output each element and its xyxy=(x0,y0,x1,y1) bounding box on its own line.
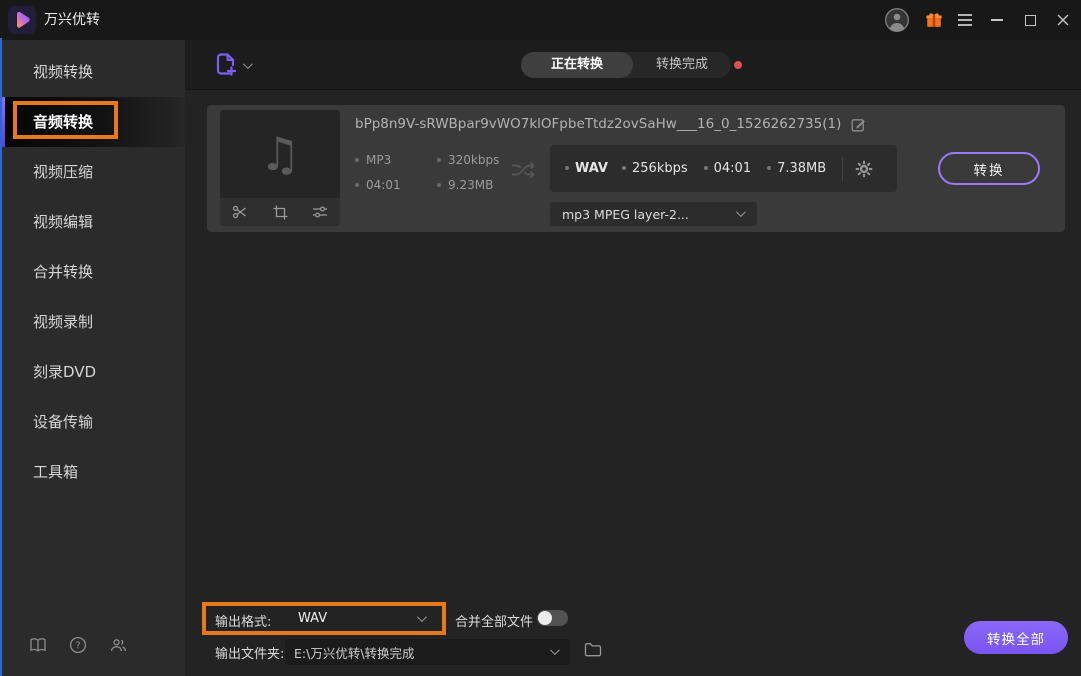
sidebar: 视频转换 音频转换 视频压缩 视频编辑 合并转换 视频录制 刻录DVD 设备传输… xyxy=(0,40,185,676)
tab-converting[interactable]: 正在转换 xyxy=(521,52,633,78)
main-toolbar: 正在转换 转换完成 xyxy=(185,40,1081,90)
tab-finished[interactable]: 转换完成 xyxy=(633,52,731,78)
target-bitrate: 256kbps xyxy=(622,161,688,176)
codec-select[interactable]: mp3 MPEG layer-2... xyxy=(550,202,757,226)
crop-icon[interactable] xyxy=(268,200,292,224)
source-duration: 04:01 xyxy=(355,178,401,192)
app-title: 万兴优转 xyxy=(44,12,100,28)
convert-button[interactable]: 转换 xyxy=(938,152,1040,185)
minimize-button[interactable] xyxy=(986,0,1008,40)
sidebar-item-screen-record[interactable]: 视频录制 xyxy=(0,297,185,347)
rename-icon[interactable] xyxy=(851,117,866,132)
target-settings-panel: WAV 256kbps 04:01 7.38MB xyxy=(550,145,897,192)
merge-all-label: 合并全部文件 xyxy=(455,615,534,630)
chevron-down-icon xyxy=(735,207,746,218)
status-tabs: 正在转换 转换完成 xyxy=(521,52,731,78)
file-card: ♫ bPp8n9V-sRWBpar9vWO7klOFpbeTtdz2ovSaHw… xyxy=(207,105,1065,232)
media-thumbnail: ♫ xyxy=(220,110,340,226)
source-format: MP3 xyxy=(355,153,391,167)
sidebar-item-video-convert[interactable]: 视频转换 xyxy=(0,47,185,97)
window-edge-accent xyxy=(0,38,2,676)
convert-all-button[interactable]: 转换全部 xyxy=(964,621,1068,654)
sidebar-item-merge-convert[interactable]: 合并转换 xyxy=(0,247,185,297)
music-note-icon: ♫ xyxy=(259,127,301,181)
sidebar-item-video-compress[interactable]: 视频压缩 xyxy=(0,147,185,197)
source-size: 9.23MB xyxy=(437,178,493,192)
audio-thumbnail-icon: ♫ xyxy=(220,110,340,198)
output-folder-label: 输出文件夹: xyxy=(215,647,285,662)
target-size: 7.38MB xyxy=(767,161,826,176)
effects-adjust-icon[interactable] xyxy=(308,200,332,224)
codec-select-value: mp3 MPEG layer-2... xyxy=(562,206,689,222)
svg-text:?: ? xyxy=(75,641,80,652)
user-guide-icon[interactable] xyxy=(18,637,58,653)
thumbnail-toolbar xyxy=(220,198,340,226)
target-duration: 04:01 xyxy=(704,161,751,176)
file-name: bPp8n9V-sRWBpar9vWO7klOFpbeTtdz2ovSaHw__… xyxy=(355,116,842,132)
app-logo-icon xyxy=(8,6,36,34)
maximize-button[interactable] xyxy=(1019,0,1041,40)
add-files-chevron-icon[interactable] xyxy=(242,59,253,70)
sidebar-item-video-edit[interactable]: 视频编辑 xyxy=(0,197,185,247)
convert-arrow-icon xyxy=(510,160,536,184)
sidebar-item-toolbox[interactable]: 工具箱 xyxy=(0,447,185,497)
menu-icon[interactable] xyxy=(954,0,976,40)
output-format-label: 输出格式: xyxy=(215,615,272,630)
output-format-select[interactable]: WAV xyxy=(298,611,327,626)
output-format-chevron-icon[interactable] xyxy=(416,612,427,623)
toggle-knob xyxy=(538,611,552,625)
sidebar-item-burn-dvd[interactable]: 刻录DVD xyxy=(0,347,185,397)
titlebar: 万兴优转 xyxy=(0,0,1081,40)
help-icon[interactable]: ? xyxy=(58,636,98,654)
merge-all-toggle[interactable] xyxy=(537,610,568,626)
sidebar-footer: ? xyxy=(0,636,185,654)
add-files-icon[interactable] xyxy=(212,50,238,80)
account-avatar-icon[interactable] xyxy=(883,0,911,40)
sidebar-item-audio-convert[interactable]: 音频转换 xyxy=(0,97,185,147)
app-window: 万兴优转 视频转换 音频转换 视频压缩 视频编辑 合并转换 视频录制 刻录DVD… xyxy=(0,0,1081,676)
trim-icon[interactable] xyxy=(228,200,252,224)
output-folder-value: E:\万兴优转\转换完成 xyxy=(294,645,415,661)
finished-badge-dot xyxy=(734,61,742,69)
source-bitrate: 320kbps xyxy=(437,153,499,167)
output-folder-chevron-icon xyxy=(549,645,560,656)
content-area: ♫ bPp8n9V-sRWBpar9vWO7klOFpbeTtdz2ovSaHw… xyxy=(185,90,1081,676)
sidebar-item-device-transfer[interactable]: 设备传输 xyxy=(0,397,185,447)
open-folder-icon[interactable] xyxy=(584,642,602,657)
gift-icon[interactable] xyxy=(923,0,945,40)
settings-gear-icon[interactable] xyxy=(855,160,873,178)
output-folder-select[interactable]: E:\万兴优转\转换完成 xyxy=(285,639,570,665)
close-button[interactable] xyxy=(1051,0,1075,40)
feedback-icon[interactable] xyxy=(98,637,138,653)
panel-divider xyxy=(842,156,844,181)
target-format: WAV xyxy=(565,161,608,176)
